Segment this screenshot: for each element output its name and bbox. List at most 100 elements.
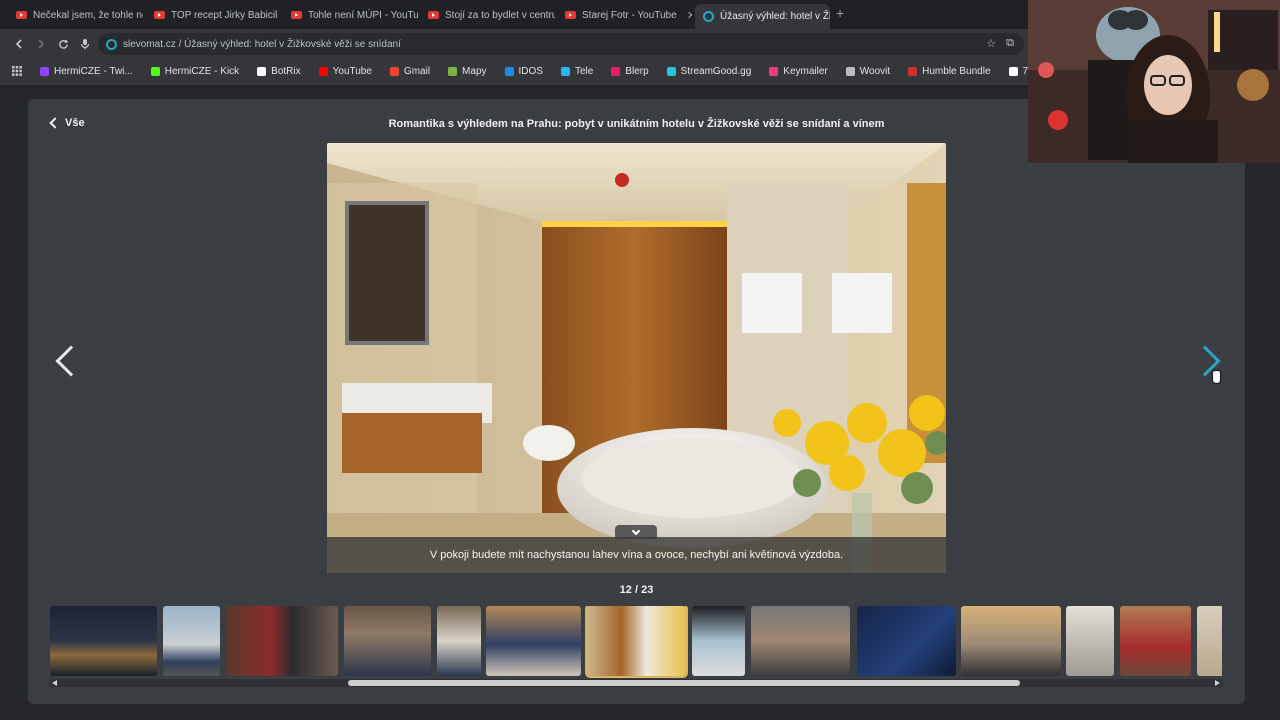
bookmark-item[interactable]: HermiCZE - Kick [150,66,240,77]
reload-icon[interactable] [52,33,74,55]
thumbnail[interactable] [344,606,431,676]
site-icon [106,38,117,50]
thumbnail-scrollbar[interactable] [50,679,1222,687]
forward-nav-icon[interactable] [30,33,52,55]
streamer-webcam-image [1028,0,1280,163]
bookmark-favicon-icon [769,67,779,76]
bookmark-favicon-icon [908,67,918,76]
bookmark-favicon-icon [40,67,49,76]
scroll-left-icon[interactable] [52,680,57,686]
bookmark-favicon-icon [318,67,328,76]
bookmark-label: IDOS [518,66,543,77]
bookmark-item[interactable]: Woovit [845,66,890,77]
bathroom-photo-image [327,143,946,573]
bookmark-item[interactable]: StreamGood.gg [666,66,752,77]
youtube-icon [154,11,165,19]
bookmark-label: HermiCZE - Kick [164,66,240,77]
youtube-icon [291,11,302,19]
bookmark-favicon-icon [257,67,267,76]
photo-counter: 12 / 23 [619,584,654,596]
bookmark-favicon-icon [448,67,458,76]
bookmark-label: Mapy [462,66,487,77]
back-to-all-button[interactable]: Vše [49,117,85,129]
tab-title: TOP recept Jirky Babicil [171,9,278,21]
youtube-icon [16,11,27,19]
tab-title: Stojí za to bydlet v centru [445,9,555,21]
youtube-icon [428,11,439,19]
youtube-icon [565,11,576,19]
address-bar[interactable]: slevomat.cz / Úžasný výhled: hotel v Žiž… [98,33,1024,55]
bookmark-label: Tele [574,66,594,77]
gallery-title: Romantika s výhledem na Prahu: pobyt v u… [388,118,885,130]
thumbnail[interactable] [163,606,220,676]
bookmark-item[interactable]: BotRix [257,66,301,77]
bookmark-label: BotRix [271,66,301,77]
tab-4[interactable]: Stojí za to bydlet v centru ✕ [420,4,555,26]
bookmark-label: Keymailer [783,66,828,77]
scroll-right-icon[interactable] [1215,680,1220,686]
bookmark-item[interactable]: Mapy [448,66,487,77]
caption-text: V pokoji budete mít nachystanou lahev ví… [429,549,844,561]
bookmark-item[interactable]: Humble Bundle [908,66,991,77]
bookmark-favicon-icon [560,67,570,76]
thumbnail[interactable] [1066,606,1114,676]
bookmark-item[interactable]: Blerp [611,66,649,77]
tab-active[interactable]: Úžasný výhled: hotel v Žiž ✕ [695,4,830,29]
main-photo: V pokoji budete mít nachystanou lahev ví… [327,143,946,573]
bookmark-favicon-icon [845,67,855,76]
thumbnail-active[interactable] [585,606,688,678]
tab-2[interactable]: TOP recept Jirky Babicil ✕ [146,4,281,26]
tab-title: Tohle není MÚPI - YouTub [308,9,418,21]
thumbnail[interactable] [486,606,581,676]
bookmark-label: Blerp [625,66,649,77]
new-tab-button[interactable]: + [836,5,844,21]
slevomat-icon [703,11,714,22]
page: Vše Romantika s výhledem na Prahu: pobyt… [0,86,1280,720]
chevron-down-icon [631,526,641,535]
thumbnail[interactable] [50,606,157,676]
previous-photo-button[interactable] [55,345,87,377]
bookmark-label: Humble Bundle [922,66,991,77]
bookmark-label: Gmail [403,66,431,77]
bookmark-favicon-icon [150,67,160,76]
bookmark-label: YouTube [332,66,372,77]
back-label: Vše [65,117,85,129]
url-text: slevomat.cz / Úžasný výhled: hotel v Žiž… [123,38,401,50]
back-nav-icon[interactable] [8,33,30,55]
bookmark-favicon-icon [389,67,399,76]
thumbnail[interactable] [226,606,338,676]
mouse-cursor [1212,370,1221,384]
thumbnail-strip [50,606,1222,678]
chevron-left-icon [49,117,61,129]
thumbnail[interactable] [961,606,1061,676]
share-icon[interactable]: ⧉ [1006,37,1014,50]
bookmark-label: HermiCZE - Twi... [54,66,133,77]
bookmark-item[interactable]: IDOS [504,66,543,77]
tab-5[interactable]: Starej Fotr - YouTube ✕ [557,4,692,26]
microphone-icon[interactable] [74,33,96,55]
bookmark-favicon-icon [504,67,514,76]
bookmark-label: StreamGood.gg [680,66,752,77]
tab-3[interactable]: Tohle není MÚPI - YouTub ✕ [283,4,418,26]
thumbnail[interactable] [1120,606,1191,676]
thumbnail[interactable] [1197,606,1222,676]
bookmark-favicon-icon [1008,67,1018,76]
thumbnail[interactable] [437,606,481,676]
tab-title: Úžasný výhled: hotel v Žiž [720,11,830,22]
tab-title: Nečekal jsem, že tohle ně [33,9,143,21]
bookmark-item[interactable]: Gmail [389,66,431,77]
thumbnail[interactable] [692,606,745,676]
thumbnail[interactable] [857,606,956,676]
bookmark-star-icon[interactable]: ☆ [986,37,996,50]
apps-grid-icon[interactable] [12,63,22,81]
close-icon[interactable]: ✕ [687,9,692,22]
tab-1[interactable]: Nečekal jsem, že tohle ně ✕ [8,4,143,26]
bookmark-item[interactable]: YouTube [318,66,372,77]
gallery-modal: Vše Romantika s výhledem na Prahu: pobyt… [28,99,1245,704]
bookmark-item[interactable]: HermiCZE - Twi... [40,66,133,77]
bookmark-item[interactable]: Keymailer [769,66,828,77]
scrollbar-thumb[interactable] [348,680,1020,686]
bookmark-item[interactable]: Tele [560,66,594,77]
thumbnail[interactable] [751,606,850,676]
photo-caption: V pokoji budete mít nachystanou lahev ví… [327,537,946,573]
